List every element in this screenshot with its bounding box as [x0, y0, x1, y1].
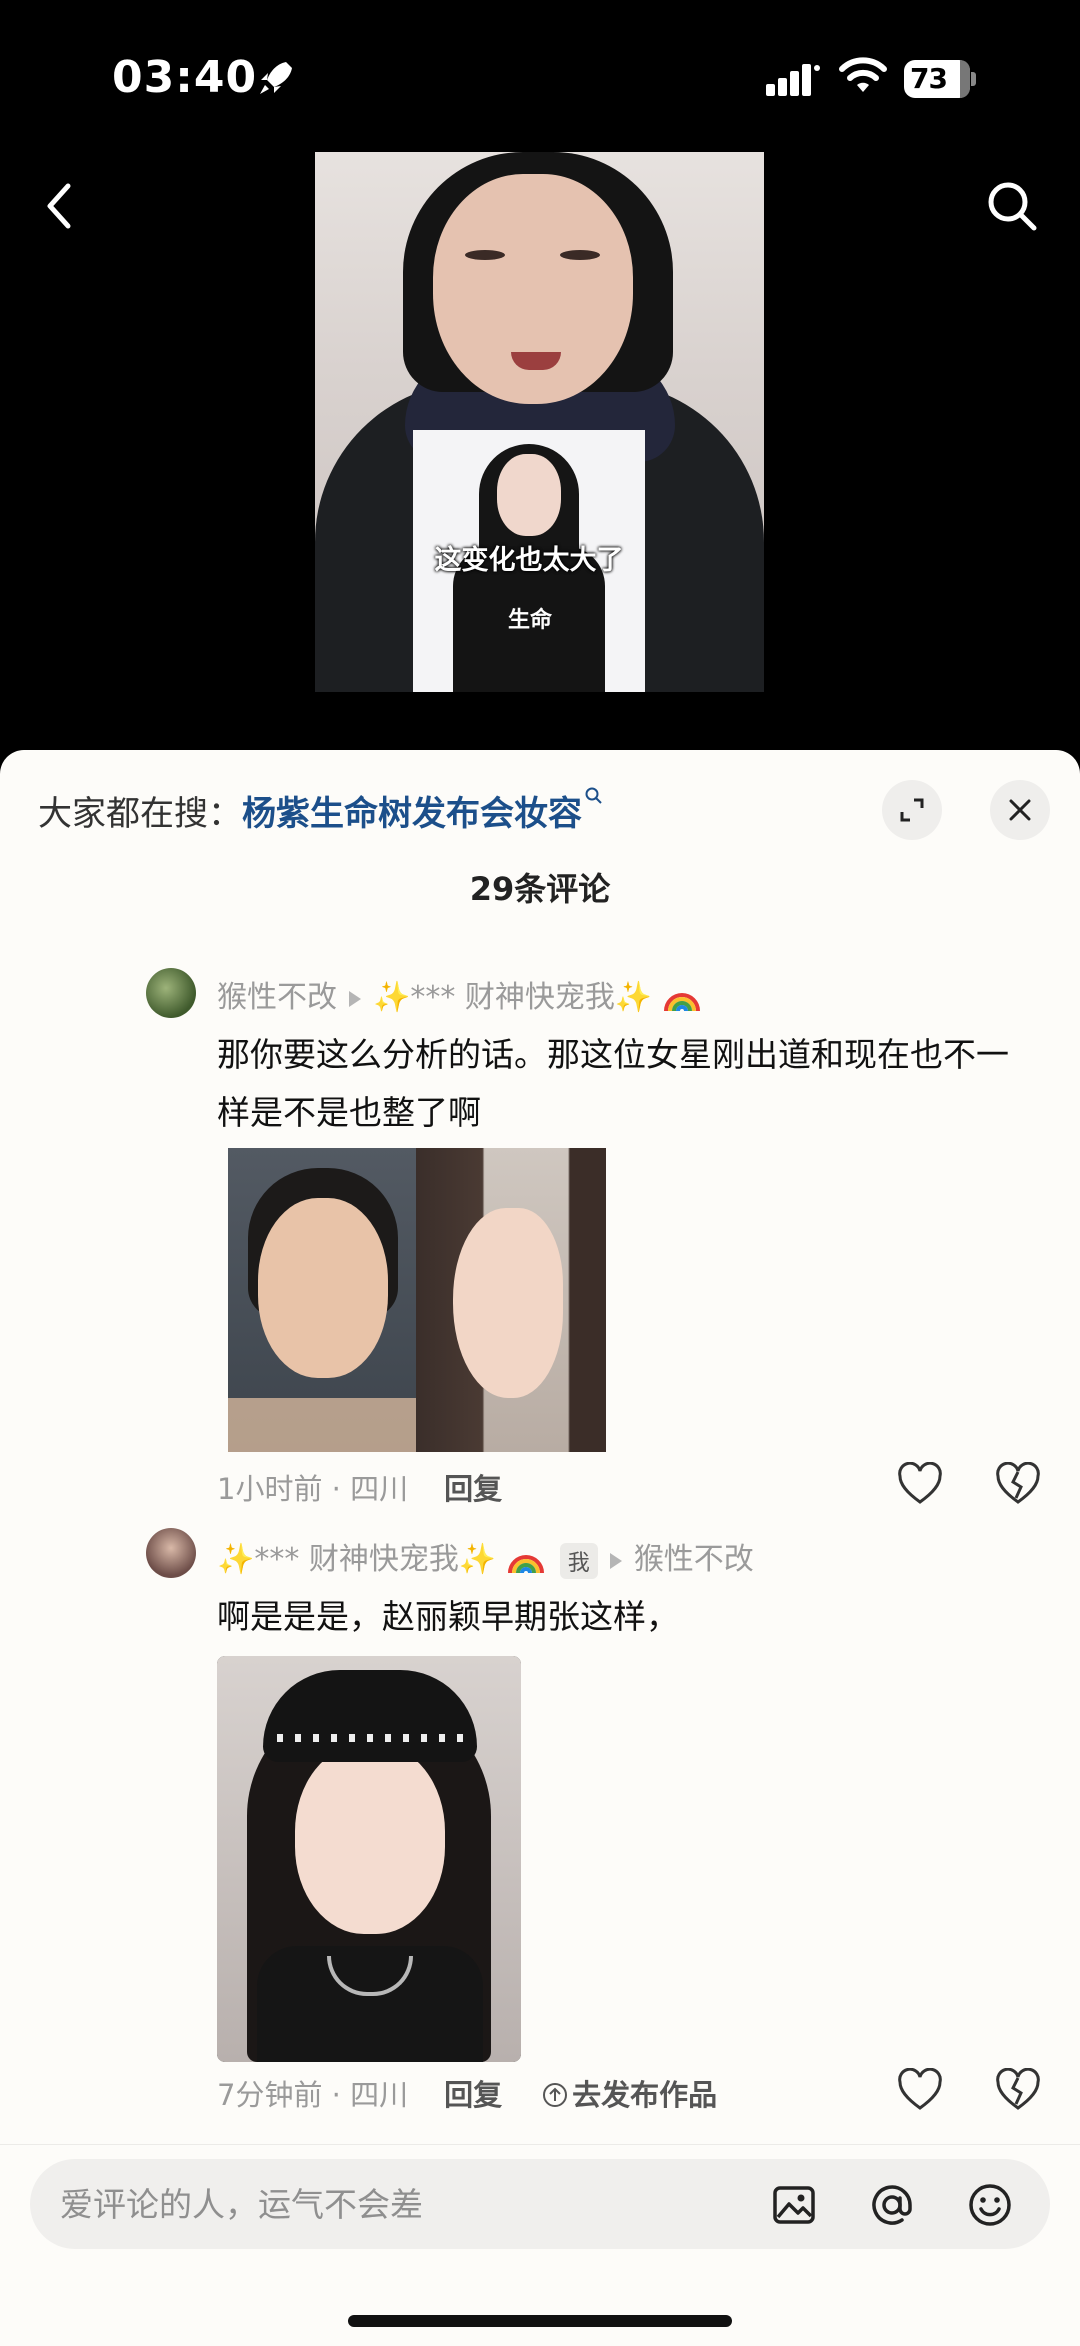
comment-text: 那你要这么分析的话。那这位女星刚出道和现在也不一样是不是也整了啊 — [217, 1035, 1009, 1132]
comment-meta: 猴性不改 ✨*** 财神快宠我✨ — [217, 972, 702, 1016]
rocket-icon — [260, 62, 292, 94]
comment-info: 1小时前 · 四川 回复 — [217, 1466, 502, 1508]
heart-icon[interactable] — [896, 2068, 944, 2112]
rainbow-icon — [507, 1554, 544, 1573]
search-suggestion[interactable]: 大家都在搜：杨紫生命树发布会妆容 — [38, 786, 604, 835]
reply-to-username[interactable]: ✨*** 财神快宠我✨ — [373, 980, 652, 1015]
composer-bar — [0, 2144, 1080, 2346]
battery-level: 73 — [910, 62, 948, 95]
reply-to-username[interactable]: 猴性不改 — [634, 1542, 754, 1577]
battery-icon: 73 — [904, 60, 976, 98]
me-badge: 我 — [559, 1542, 598, 1579]
avatar[interactable] — [146, 968, 196, 1018]
avatar[interactable] — [146, 1528, 196, 1578]
search-icon[interactable] — [984, 178, 1040, 234]
at-icon[interactable] — [868, 2181, 916, 2229]
wifi-icon — [839, 57, 887, 92]
comment-text: 啊是是是，赵丽颖早期张这样， — [217, 1597, 679, 1636]
video-player[interactable]: 这变化也太大了 生命 — [315, 152, 764, 692]
emoji-icon[interactable] — [966, 2181, 1014, 2229]
broken-heart-icon[interactable] — [994, 2068, 1042, 2112]
comment-username[interactable]: 猴性不改 — [217, 980, 337, 1015]
heart-icon[interactable] — [896, 1462, 944, 1506]
reply-button[interactable]: 回复 — [444, 2078, 502, 2112]
broken-heart-icon[interactable] — [994, 1462, 1042, 1506]
comment-time-location: 7分钟前 · 四川 — [217, 2078, 409, 2112]
expand-button[interactable] — [882, 780, 942, 840]
comment-composer[interactable] — [30, 2159, 1050, 2249]
comment-info: 7分钟前 · 四川 回复 去发布作品 — [217, 2072, 717, 2114]
status-time: 03:40 — [112, 52, 258, 103]
comment-username[interactable]: ✨*** 财神快宠我✨ — [217, 1542, 496, 1577]
rainbow-icon — [663, 992, 700, 1011]
comment-sheet: 大家都在搜：杨紫生命树发布会妆容 29条评论 猴性不改 ✨*** 财神快宠我✨ — [0, 750, 1080, 2346]
reply-arrow-icon — [349, 990, 361, 1007]
reply-arrow-icon — [609, 1552, 622, 1569]
search-term-link[interactable]: 杨紫生命树发布会妆容 — [242, 794, 582, 834]
shirt-text: 生命 — [507, 608, 552, 633]
upload-icon — [543, 2083, 568, 2107]
search-prefix: 大家都在搜： — [38, 794, 242, 834]
video-inset-image: 这变化也太大了 生命 — [413, 430, 645, 692]
comment-input[interactable] — [60, 2159, 760, 2249]
close-icon — [1009, 799, 1031, 821]
reply-button[interactable]: 回复 — [444, 1472, 502, 1506]
chevron-left-icon[interactable] — [36, 176, 84, 236]
comment-image[interactable] — [217, 1656, 521, 2062]
home-indicator[interactable] — [348, 2315, 732, 2327]
screen: 03:40 73 这变化也太大了 生命 大家都在搜：杨紫生命树发布会妆容 29条… — [0, 0, 1080, 2346]
publish-work-button[interactable]: 去发布作品 — [542, 2078, 717, 2112]
comment-time-location: 1小时前 · 四川 — [217, 1472, 409, 1506]
publish-label: 去发布作品 — [572, 2078, 718, 2112]
search-icon — [585, 787, 602, 804]
close-button[interactable] — [990, 780, 1050, 840]
status-bar: 03:40 73 — [0, 0, 1080, 150]
comment-image[interactable] — [228, 1148, 606, 1452]
signal-icon — [766, 64, 820, 96]
image-icon[interactable] — [770, 2181, 818, 2229]
video-caption: 这变化也太大了 — [434, 545, 624, 576]
comment-count: 29条评论 — [469, 870, 611, 908]
comment-meta: ✨*** 财神快宠我✨ 我 猴性不改 — [217, 1534, 754, 1579]
expand-icon — [900, 798, 924, 822]
